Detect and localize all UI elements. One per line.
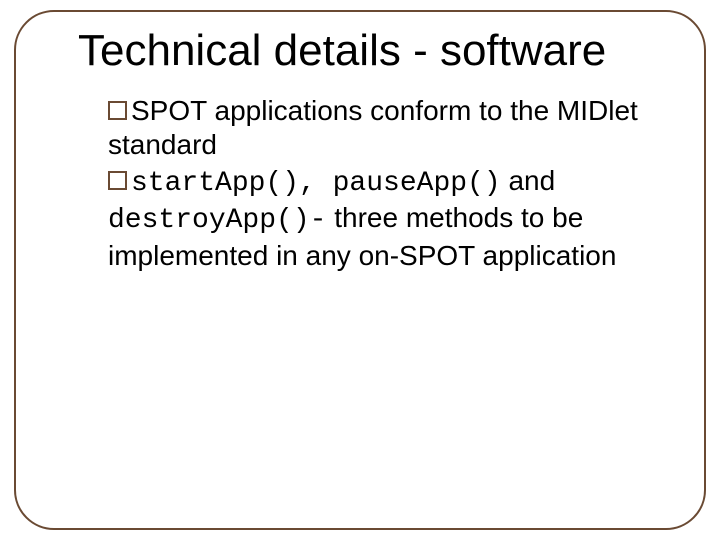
bullet-1: SPOT applications conform to the MIDlet …	[108, 94, 660, 162]
slide-body: SPOT applications conform to the MIDlet …	[108, 94, 660, 273]
text-and: and	[501, 165, 556, 196]
bullet-icon	[108, 101, 127, 120]
code-2: destroyApp()-	[108, 205, 326, 236]
bullet-1-text: SPOT applications conform to the MIDlet …	[108, 95, 638, 160]
bullet-icon	[108, 171, 127, 190]
slide-content: Technical details - software SPOT applic…	[78, 26, 660, 275]
bullet-2: startApp(), pauseApp() and destroyApp()-…	[108, 164, 660, 272]
slide-title: Technical details - software	[78, 26, 660, 76]
code-1: startApp(), pauseApp()	[131, 168, 501, 199]
